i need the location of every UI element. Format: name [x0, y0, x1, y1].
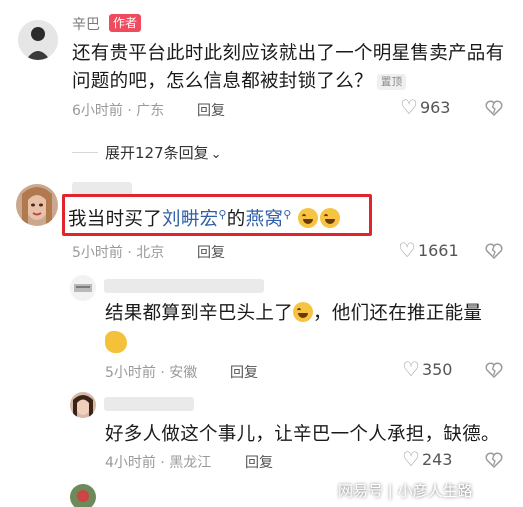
dislike-icon[interactable] [484, 241, 504, 261]
laughing-emoji-icon [293, 302, 314, 322]
dislike-icon[interactable] [484, 450, 504, 470]
search-icon: ⚲ [218, 208, 227, 221]
expand-replies-button[interactable]: 展开127条回复 ⌄ [105, 142, 222, 163]
comment-text: 还有贵平台此时此刻应该就出了一个明星售卖产品有问题的吧，怎么信息都被封锁了么？置… [72, 40, 512, 96]
pinned-badge: 置顶 [376, 74, 407, 90]
avatar[interactable] [70, 484, 96, 507]
avatar-image [70, 484, 96, 507]
like-button[interactable]: ♡ 1661 [398, 240, 459, 260]
dislike-icon[interactable] [484, 360, 504, 380]
comment-author-name[interactable]: 辛巴 [72, 14, 100, 34]
comment-author-name-redacted [104, 397, 194, 411]
avatar[interactable] [70, 275, 96, 301]
comment-text: 我当时买了刘畊宏⚲的燕窝⚲ [68, 201, 368, 234]
avatar[interactable] [18, 20, 58, 60]
like-count: 963 [419, 97, 451, 117]
reply-button[interactable]: 回复 [230, 362, 258, 382]
comment-body: 好多人做这个事儿，让辛巴一个人承担，缺德。 [105, 424, 500, 445]
like-button[interactable]: ♡ 963 [400, 97, 450, 117]
mention-link[interactable]: 燕窝 [246, 209, 284, 230]
comment-time-location: 5小时前 · 北京 [72, 245, 165, 261]
comment-text: 好多人做这个事儿，让辛巴一个人承担，缺德。 [105, 421, 515, 449]
clapping-emoji-icon [105, 331, 127, 357]
heart-icon: ♡ [402, 357, 420, 381]
expand-replies-label: 展开127条回复 [105, 144, 209, 162]
avatar-image [70, 392, 96, 418]
like-count: 243 [421, 449, 453, 469]
avatar[interactable] [16, 184, 58, 226]
comment-body: 结果都算到辛巴头上了 [105, 303, 294, 324]
expand-divider [72, 152, 98, 153]
comment-time-location: 5小时前 · 安徽 [105, 365, 198, 381]
comment-body-mid: 的 [226, 209, 246, 231]
reply-button[interactable]: 回复 [197, 100, 225, 120]
comment-author-name-redacted [104, 279, 264, 293]
like-button[interactable]: ♡ 243 [402, 449, 452, 469]
avatar-image [70, 275, 96, 301]
like-count: 350 [421, 359, 453, 379]
chevron-down-icon: ⌄ [210, 147, 222, 162]
avatar-image [18, 20, 58, 60]
comment-body: 我当时买了 [68, 209, 163, 231]
avatar[interactable] [70, 392, 96, 418]
watermark: 网易号 | 小彦人生路 [338, 482, 473, 500]
mention-link[interactable]: 刘畊宏 [162, 209, 218, 230]
like-button[interactable]: ♡ 350 [402, 359, 452, 379]
like-count: 1661 [417, 240, 459, 260]
laughing-emoji-icon [297, 208, 318, 229]
comment-time-location: 6小时前 · 广东 [72, 103, 165, 119]
heart-icon: ♡ [402, 447, 420, 471]
laughing-emoji-icon [319, 208, 340, 229]
heart-icon: ♡ [398, 238, 416, 262]
avatar-image [16, 184, 58, 226]
comment-body-rest: ，他们还在推正能量 [313, 303, 483, 324]
reply-button[interactable]: 回复 [245, 452, 273, 472]
search-icon: ⚲ [283, 208, 292, 221]
comment-time-location: 4小时前 · 黑龙江 [105, 455, 212, 471]
author-badge: 作者 [109, 14, 142, 32]
dislike-icon[interactable] [484, 98, 504, 118]
comment-body: 还有贵平台此时此刻应该就出了一个明星售卖产品有问题的吧，怎么信息都被封锁了么？ [72, 43, 505, 92]
comment-text: 结果都算到辛巴头上了 ，他们还在推正能量 [105, 300, 505, 328]
reply-button[interactable]: 回复 [197, 242, 225, 262]
heart-icon: ♡ [400, 95, 418, 119]
